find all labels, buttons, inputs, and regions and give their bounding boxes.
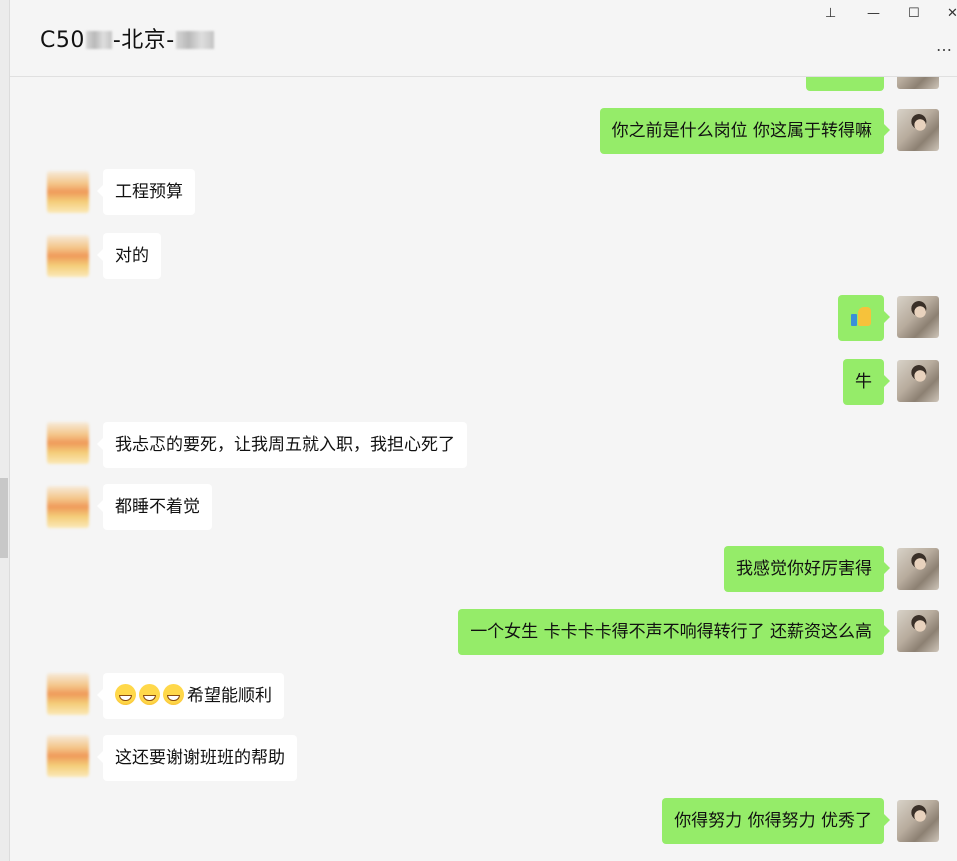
grinning-emoji-icon <box>115 684 136 705</box>
message-bubble[interactable]: 这还要谢谢班班的帮助 <box>97 735 297 781</box>
my-avatar[interactable] <box>897 360 939 402</box>
message-text: 希望能顺利 <box>187 686 272 706</box>
my-avatar[interactable] <box>897 548 939 590</box>
pin-icon[interactable]: ⊥ <box>825 6 836 21</box>
message-bubble[interactable] <box>838 295 890 341</box>
message-bubble[interactable]: 希望能顺利 <box>97 673 284 719</box>
my-avatar[interactable] <box>897 800 939 842</box>
message-bubble[interactable]: 都睡不着觉 <box>97 484 212 530</box>
chat-header: C50 -北京- ⊥ — ☐ ✕ … <box>10 0 957 77</box>
redacted-text <box>175 31 214 49</box>
my-avatar[interactable] <box>897 296 939 338</box>
message-bubble[interactable]: 你之前是什么岗位 你这属于转得嘛 <box>599 108 891 154</box>
contact-avatar[interactable] <box>47 422 89 464</box>
redacted-text <box>85 31 112 49</box>
left-scrollbar-thumb[interactable] <box>0 478 8 558</box>
message-bubble[interactable]: 工程预算 <box>97 169 195 215</box>
message-bubble[interactable]: 你得努力 你得努力 优秀了 <box>662 798 890 844</box>
message-bubble[interactable]: 牛 <box>843 359 890 405</box>
left-panel-edge <box>0 0 10 861</box>
contact-avatar[interactable] <box>47 673 89 715</box>
contact-avatar[interactable] <box>47 486 89 528</box>
grinning-emoji-icon <box>139 684 160 705</box>
thumbs-up-icon <box>850 305 872 327</box>
message-bubble[interactable]: 一个女生 卡卡卡卡得不声不响得转行了 还薪资这么高 <box>458 609 890 655</box>
message-bubble[interactable]: 我感觉你好厉害得 <box>724 546 890 592</box>
my-avatar[interactable] <box>897 109 939 151</box>
maximize-icon[interactable]: ☐ <box>908 6 920 21</box>
contact-avatar[interactable] <box>47 171 89 213</box>
message-bubble-partial[interactable] <box>806 77 884 91</box>
message-bubble[interactable]: 对的 <box>97 233 161 279</box>
my-avatar[interactable] <box>897 610 939 652</box>
contact-avatar[interactable] <box>47 735 89 777</box>
chat-title-prefix: C50 <box>40 28 85 53</box>
grinning-emoji-icon <box>163 684 184 705</box>
message-bubble[interactable]: 我忐忑的要死，让我周五就入职，我担心死了 <box>97 422 467 468</box>
chat-title: C50 -北京- <box>40 22 215 54</box>
chat-title-middle: -北京- <box>112 28 175 53</box>
message-list[interactable]: 你之前是什么岗位 你这属于转得嘛 工程预算 对的 牛 我忐忑的要死，让我周五就入… <box>10 77 957 861</box>
close-icon[interactable]: ✕ <box>947 6 957 21</box>
my-avatar[interactable] <box>897 77 939 89</box>
contact-avatar[interactable] <box>47 235 89 277</box>
minimize-icon[interactable]: — <box>867 6 880 21</box>
more-options-icon[interactable]: … <box>936 36 953 55</box>
